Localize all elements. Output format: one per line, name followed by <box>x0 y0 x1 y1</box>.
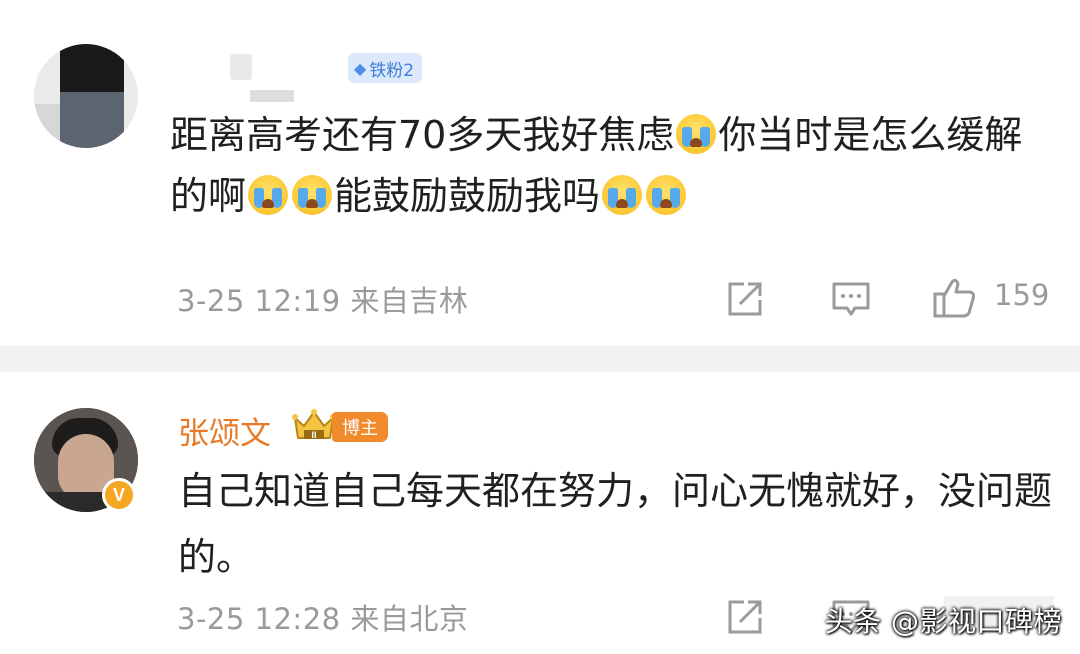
cry-emoji <box>248 175 289 215</box>
username[interactable]: 张颂文 <box>178 408 271 453</box>
comment-text-segment: 能鼓励鼓励我吗 <box>334 174 601 218</box>
comment-icon[interactable] <box>830 280 872 324</box>
crown-level: II <box>311 430 316 440</box>
cry-emoji <box>676 114 717 154</box>
avatar-redaction-block <box>60 44 124 92</box>
comment-thread: ◆ 铁粉2 距离高考还有70多天我好焦虑 你当时是怎么缓解的啊 能鼓励鼓励我吗 3-… <box>0 0 1080 654</box>
comment-text-segment: 距离高考还有70多天我好焦虑 <box>170 113 675 157</box>
fan-badge-label: 铁粉2 <box>369 60 415 81</box>
share-icon[interactable] <box>724 596 766 642</box>
blogger-badge[interactable]: 博主 <box>332 412 388 442</box>
share-icon[interactable] <box>724 278 766 324</box>
comment-text: 自己知道自己每天都在努力，问心无愧就好，没问题的。 <box>178 469 1053 579</box>
username-redacted[interactable] <box>184 48 314 102</box>
comment-meta: 3-25 12:28 来自北京 <box>177 602 469 636</box>
comment-card: ◆ 铁粉2 距离高考还有70多天我好焦虑 你当时是怎么缓解的啊 能鼓励鼓励我吗 3-… <box>0 0 1080 346</box>
cry-emoji <box>646 175 687 215</box>
watermark: 头条 @影视口碑榜 <box>824 605 1062 638</box>
avatar[interactable] <box>34 44 138 148</box>
avatar-redaction-block <box>60 92 124 148</box>
cry-emoji <box>602 175 643 215</box>
cry-emoji <box>292 175 333 215</box>
verified-badge: V <box>102 478 136 512</box>
comment-meta: 3-25 12:19 来自吉林 <box>177 284 469 318</box>
diamond-icon: ◆ <box>354 58 367 78</box>
crown-icon[interactable]: II <box>292 408 336 446</box>
divider <box>0 346 1080 372</box>
thumbs-up-icon[interactable] <box>932 276 978 324</box>
fan-badge[interactable]: ◆ 铁粉2 <box>348 53 423 83</box>
comment-text: 距离高考还有70多天我好焦虑 你当时是怎么缓解的啊 能鼓励鼓励我吗 <box>170 105 1050 227</box>
like-count: 159 <box>994 278 1050 312</box>
